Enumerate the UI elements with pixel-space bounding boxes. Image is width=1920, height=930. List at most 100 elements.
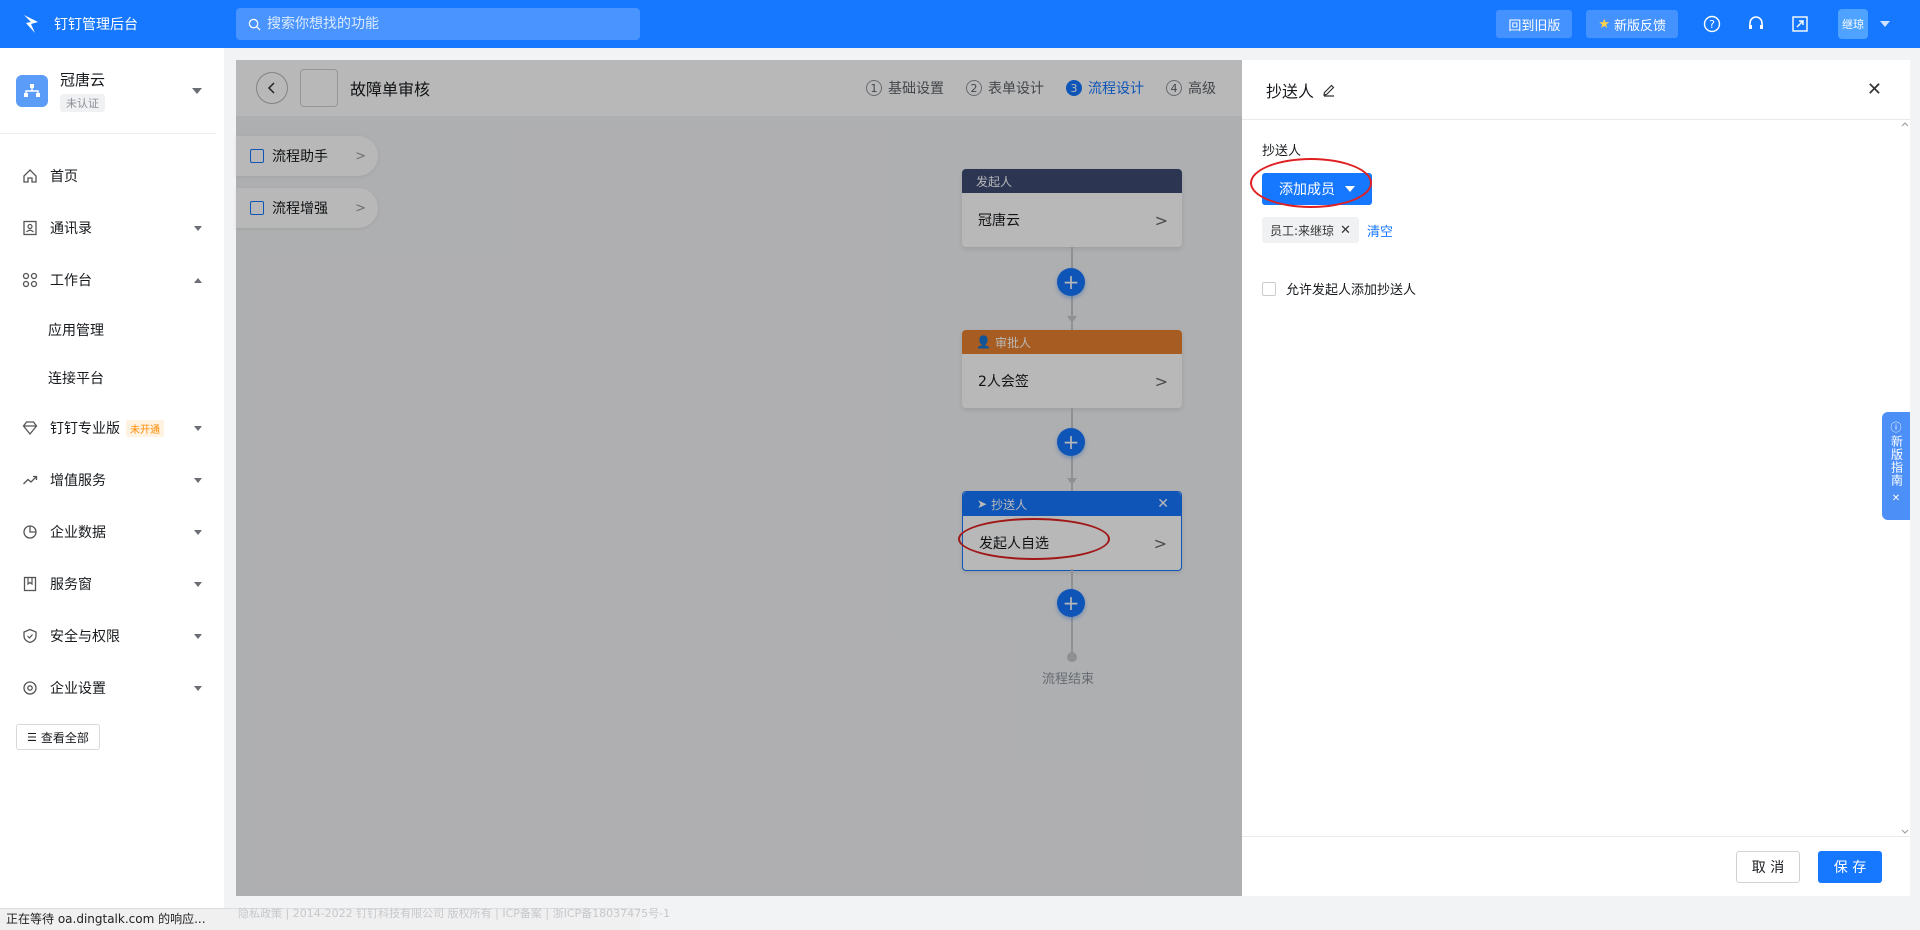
step-label: 流程设计 [1088,81,1144,97]
allow-initiator-cc-option[interactable]: 允许发起人添加抄送人 [1262,279,1890,298]
cc-node[interactable]: ➤ 抄送人 ✕ 发起人自选 > [962,491,1182,571]
back-old-version-button[interactable]: 回到旧版 [1496,10,1573,38]
flow-assistant-button[interactable]: 流程助手 > [236,136,378,176]
step-number: 2 [966,80,982,96]
sidebar-item-settings[interactable]: 企业设置 [0,662,224,714]
sidebar: 冠唐云 未认证 首页 通讯录 工作台 应用管理 连接平台 钉钉专业版 未开通 增… [0,48,224,930]
sidebar-item-pro[interactable]: 钉钉专业版 未开通 [0,402,224,454]
node-title: 抄送人 [991,497,1028,512]
sidebar-item-label: 钉钉专业版 [50,421,120,437]
app-logo[interactable]: 钉钉管理后台 [0,14,236,34]
search-icon [248,18,261,31]
back-button[interactable] [256,72,288,104]
chevron-up-icon [194,277,202,283]
sidebar-item-contacts[interactable]: 通讯录 [0,202,224,254]
home-icon [22,168,38,184]
node-content: 发起人自选 [979,536,1049,552]
chart-icon [22,524,38,540]
step-label: 高级 [1188,81,1216,97]
chevron-right-icon: > [355,200,366,216]
fullscreen-icon[interactable] [1790,14,1810,34]
top-bar: 钉钉管理后台 回到旧版 ★新版反馈 ? 继琼 [0,0,1920,48]
helper-label: 流程助手 [272,149,328,165]
chevron-right-icon: > [1154,210,1168,230]
helper-label: 流程增强 [272,201,328,217]
new-version-guide-tab[interactable]: ⓘ 新版指南 ✕ [1882,412,1910,520]
node-content: 2人会签 [978,374,1029,390]
sidebar-item-label: 企业数据 [50,525,106,541]
chevron-right-icon: > [355,148,366,164]
sidebar-item-app-management[interactable]: 应用管理 [0,306,224,354]
initiator-node[interactable]: 发起人 冠唐云 > [962,169,1182,247]
approver-node[interactable]: 👤 审批人 2人会签 > [962,330,1182,408]
copyright-footer: 隐私政策 | 2014-2022 钉钉科技有限公司 版权所有 | ICP备案 |… [238,907,671,920]
assistant-icon [250,149,264,163]
close-icon[interactable]: ✕ [1892,491,1900,506]
help-icon[interactable]: ? [1702,14,1722,34]
org-switcher[interactable]: 冠唐云 未认证 [0,48,216,134]
sidebar-item-label: 工作台 [50,273,92,289]
sidebar-item-label: 企业设置 [50,681,106,697]
drawer-body: 抄送人 添加成员 员工:来继琼 ✕ 清空 允许发起人添加抄送人 [1242,120,1910,318]
close-icon[interactable]: ✕ [1867,79,1882,100]
delete-node-icon[interactable]: ✕ [1157,496,1169,512]
guide-label: 新版指南 [1889,435,1904,487]
support-icon[interactable] [1746,14,1766,34]
diamond-icon [22,420,38,436]
allow-initiator-cc-checkbox[interactable] [1262,281,1276,296]
user-menu-chevron-down-icon[interactable] [1880,21,1890,27]
sidebar-item-home[interactable]: 首页 [0,150,224,202]
user-icon: 👤 [976,335,991,349]
org-chevron-down-icon[interactable] [192,88,202,94]
clear-link[interactable]: 清空 [1367,221,1393,240]
designer-header: 故障单审核 1 基础设置 2 表单设计 3 流程设计 4 高级 [236,60,1242,116]
tab-flow-design[interactable]: 3 流程设计 [1066,78,1144,98]
flow-enhance-button[interactable]: 流程增强 > [236,188,378,228]
tab-basic-settings[interactable]: 1 基础设置 [866,78,944,98]
node-body: 冠唐云 > [962,193,1182,247]
edit-icon[interactable] [1322,83,1336,97]
add-node-button[interactable]: + [1057,268,1085,296]
app-title: 钉钉管理后台 [54,17,138,33]
contacts-icon [22,220,38,236]
shield-icon [22,628,38,644]
tab-advanced[interactable]: 4 高级 [1166,78,1216,98]
user-avatar[interactable]: 继琼 [1838,9,1868,39]
bookmark-icon [22,576,38,592]
sidebar-item-label: 通讯录 [50,221,92,237]
not-activated-badge: 未开通 [126,419,164,437]
add-member-button[interactable]: 添加成员 [1262,173,1372,205]
member-tag-label: 员工:来继琼 [1270,223,1335,238]
end-dot [1067,652,1077,662]
save-button[interactable]: 保 存 [1818,851,1882,883]
org-logo-icon [16,74,48,107]
star-icon: ★ [1598,16,1610,32]
flow-end-label: 流程结束 [1042,672,1095,687]
view-all-label: 查看全部 [40,730,89,745]
arrow-down-icon [1067,478,1077,485]
sidebar-item-workbench[interactable]: 工作台 [0,254,224,306]
checkbox-label: 允许发起人添加抄送人 [1286,283,1417,298]
send-icon: ➤ [977,497,988,511]
sidebar-item-security[interactable]: 安全与权限 [0,610,224,662]
sidebar-item-label: 安全与权限 [50,629,120,645]
dingtalk-logo-icon [24,15,38,33]
tab-form-design[interactable]: 2 表单设计 [966,78,1044,98]
view-all-button[interactable]: ☰ 查看全部 [16,724,100,750]
search-input[interactable] [267,16,627,32]
cancel-button[interactable]: 取 消 [1736,851,1800,883]
form-icon [300,69,338,107]
add-node-button[interactable]: + [1057,589,1085,617]
add-node-button[interactable]: + [1057,428,1085,456]
sidebar-item-enterprise-data[interactable]: 企业数据 [0,506,224,558]
sidebar-item-service-window[interactable]: 服务窗 [0,558,224,610]
member-tag: 员工:来继琼 ✕ [1262,217,1359,243]
sidebar-item-connect-platform[interactable]: 连接平台 [0,354,224,402]
search-box[interactable] [236,8,640,40]
remove-tag-icon[interactable]: ✕ [1340,223,1351,238]
node-header: 发起人 [962,169,1182,193]
chevron-down-icon [194,529,202,535]
chevron-down-icon [194,685,202,691]
sidebar-item-value-added[interactable]: 增值服务 [0,454,224,506]
feedback-button[interactable]: ★ 新版反馈 [1586,10,1678,38]
